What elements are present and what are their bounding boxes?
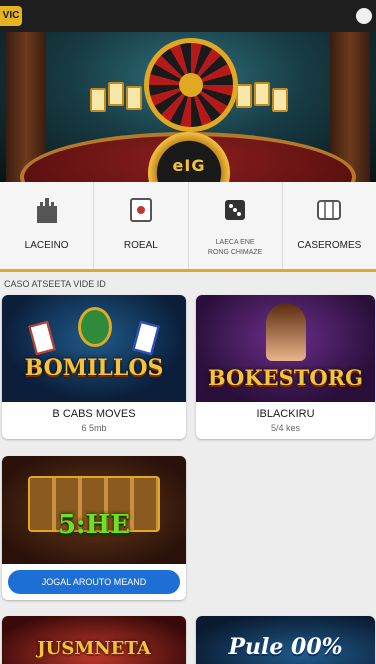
category-tile-laeca[interactable]: LAECA ENE RONG CHIMAZE — [189, 182, 283, 269]
game-subtitle: 5/4 kes — [270, 423, 301, 433]
game-art-title: 5:HE — [57, 510, 131, 540]
roulette-wheel-graphic — [144, 38, 238, 132]
game-art-title: BOKESTORG — [207, 365, 364, 390]
game-art-title: Pule 00% — [228, 634, 343, 660]
slot-cards-left-graphic — [90, 82, 150, 142]
category-label: LAECA ENE RONG CHIMAZE — [207, 239, 263, 256]
game-thumbnail: BOMILLOS — [2, 295, 186, 402]
game-card-bokestorg[interactable]: BOKESTORG IBLACKIRU 5/4 kes — [196, 295, 375, 439]
game-name: B CABS MOVES — [52, 408, 136, 420]
play-game-button[interactable]: JOGAL AROUTO MEAND — [8, 570, 180, 594]
game-card-slots[interactable]: 5:HE JOGAL AROUTO MEAND — [2, 456, 186, 600]
castle-icon — [36, 198, 57, 223]
section-title: CASO ATSEETA VIDE ID — [4, 279, 106, 289]
game-art-title: BOMILLOS — [24, 355, 164, 381]
dice-icon — [225, 200, 246, 220]
game-art-title: JUSMNETA — [37, 638, 151, 659]
category-bar: LACEINO ROEAL LAECA ENE RONG CHIMAZE CAS… — [0, 182, 376, 272]
profile-icon[interactable] — [356, 8, 372, 24]
category-tile-roeal[interactable]: ROEAL — [94, 182, 189, 269]
game-name: IBLACKIRU — [256, 408, 315, 420]
category-label: LACEINO — [24, 240, 69, 251]
category-label: CASEROMES — [297, 240, 362, 251]
slot-cards-right-graphic — [236, 82, 296, 142]
game-thumbnail: JUSMNETA — [2, 616, 186, 664]
game-card-bomillos[interactable]: BOMILLOS B CABS MOVES 6 5mb — [2, 295, 186, 439]
top-bar: VIC — [0, 0, 376, 32]
game-card-pule[interactable]: Pule 00% — [196, 616, 375, 664]
slot-card-icon — [129, 198, 152, 222]
game-card-jusmneta[interactable]: JUSMNETA — [2, 616, 186, 664]
category-label: ROEAL — [123, 240, 158, 251]
category-tile-caseromes[interactable]: CASEROMES — [283, 182, 376, 269]
category-tile-laceino[interactable]: LACEINO — [0, 182, 95, 269]
hero-banner[interactable]: eIG — [0, 32, 376, 182]
app-logo[interactable]: VIC — [0, 6, 22, 26]
game-thumbnail: BOKESTORG — [196, 295, 375, 402]
game-subtitle: 6 5mb — [81, 423, 107, 433]
game-thumbnail: Pule 00% — [196, 616, 375, 664]
game-thumbnail: 5:HE — [2, 456, 186, 564]
slot-reels-icon — [317, 200, 342, 220]
